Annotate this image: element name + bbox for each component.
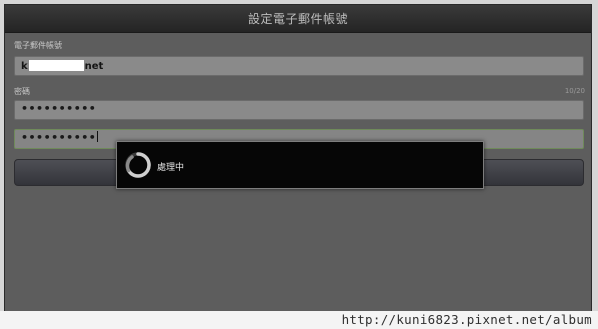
title-bar: 設定電子郵件帳號 [5,5,591,33]
confirm-password-dots: •••••••••• [21,131,97,144]
redaction-mark [28,60,84,71]
text-cursor [97,131,99,142]
email-field[interactable]: k net [14,56,584,76]
confirm-password-value: •••••••••• [21,131,99,144]
watermark-url: http://kuni6823.pixnet.net/album [341,312,592,327]
password-counter: 10/20 [564,87,585,95]
email-label: 電子郵件帳號 [14,41,62,50]
password-label: 密碼 [14,87,30,96]
email-value: k net [21,60,103,72]
dialog-message: 處理中 [157,163,185,173]
email-prefix: k [21,61,28,72]
progress-dialog: 處理中 [116,141,484,189]
page-title: 設定電子郵件帳號 [247,12,348,26]
watermark-bar: http://kuni6823.pixnet.net/album [0,311,598,329]
app-screen: 設定電子郵件帳號 電子郵件帳號 k net 密碼 10/20 ••••••••••… [4,4,592,313]
password-field[interactable]: •••••••••• [14,100,584,120]
email-suffix: net [84,61,104,72]
spinner-icon [125,152,151,178]
password-value: •••••••••• [21,102,97,115]
